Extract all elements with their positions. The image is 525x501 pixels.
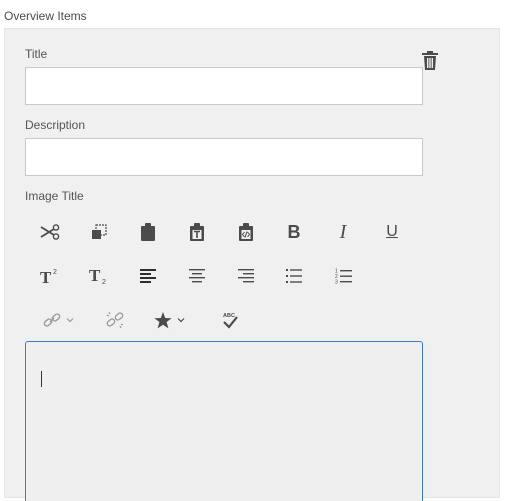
align-center-button[interactable] [181,261,213,291]
align-left-icon [140,269,156,283]
special-char-dropdown-button[interactable] [148,305,190,335]
svg-text:2: 2 [53,269,57,276]
text-caret [41,371,42,387]
svg-text:2: 2 [102,279,106,285]
svg-text:3: 3 [335,280,338,285]
delete-item-button[interactable] [422,51,438,70]
cut-button[interactable] [34,217,66,247]
chevron-down-icon [177,318,184,323]
underline-button[interactable]: U [376,217,408,247]
bulleted-list-button[interactable] [278,261,310,291]
trash-icon [422,51,438,70]
overview-item-panel: Title Description Image Title B I U T 2 … [4,28,500,501]
title-label: Title [25,47,48,61]
title-input[interactable] [25,67,423,105]
copy-button[interactable] [83,217,115,247]
link-icon [43,313,60,327]
numbered-list-button[interactable]: 1 2 3 [327,261,359,291]
svg-text:T: T [89,267,101,285]
link-dropdown-button[interactable] [38,305,78,335]
image-title-editor[interactable] [25,341,423,501]
bulleted-list-icon [286,269,302,283]
section-title: Overview Items [4,9,87,23]
svg-text:ABC: ABC [223,313,235,319]
paste-word-icon [239,223,253,241]
scissors-icon [40,224,60,240]
italic-button[interactable]: I [327,217,359,247]
subscript-button[interactable]: T 2 [83,261,115,291]
image-title-label: Image Title [25,189,84,203]
bold-button[interactable]: B [278,217,310,247]
star-icon [153,311,172,328]
description-input[interactable] [25,138,423,176]
unlink-icon [106,311,124,329]
paste-text-icon [190,223,204,241]
align-left-button[interactable] [132,261,164,291]
chevron-down-icon [66,318,73,323]
paste-icon [141,223,155,241]
unlink-button[interactable] [99,305,131,335]
align-center-icon [189,269,205,283]
spellcheck-button[interactable]: ABC [214,305,246,335]
paste-from-word-button[interactable] [230,217,262,247]
description-label: Description [25,118,86,132]
paste-button[interactable] [132,217,164,247]
spellcheck-icon: ABC [223,313,238,329]
paste-as-text-button[interactable] [181,217,213,247]
align-right-button[interactable] [230,261,262,291]
superscript-icon: T 2 [40,268,57,285]
align-right-icon [238,269,254,283]
svg-text:T: T [40,268,52,285]
superscript-button[interactable]: T 2 [34,261,66,291]
subscript-icon: T 2 [89,267,106,285]
copy-icon [92,224,107,239]
numbered-list-icon: 1 2 3 [335,269,352,285]
